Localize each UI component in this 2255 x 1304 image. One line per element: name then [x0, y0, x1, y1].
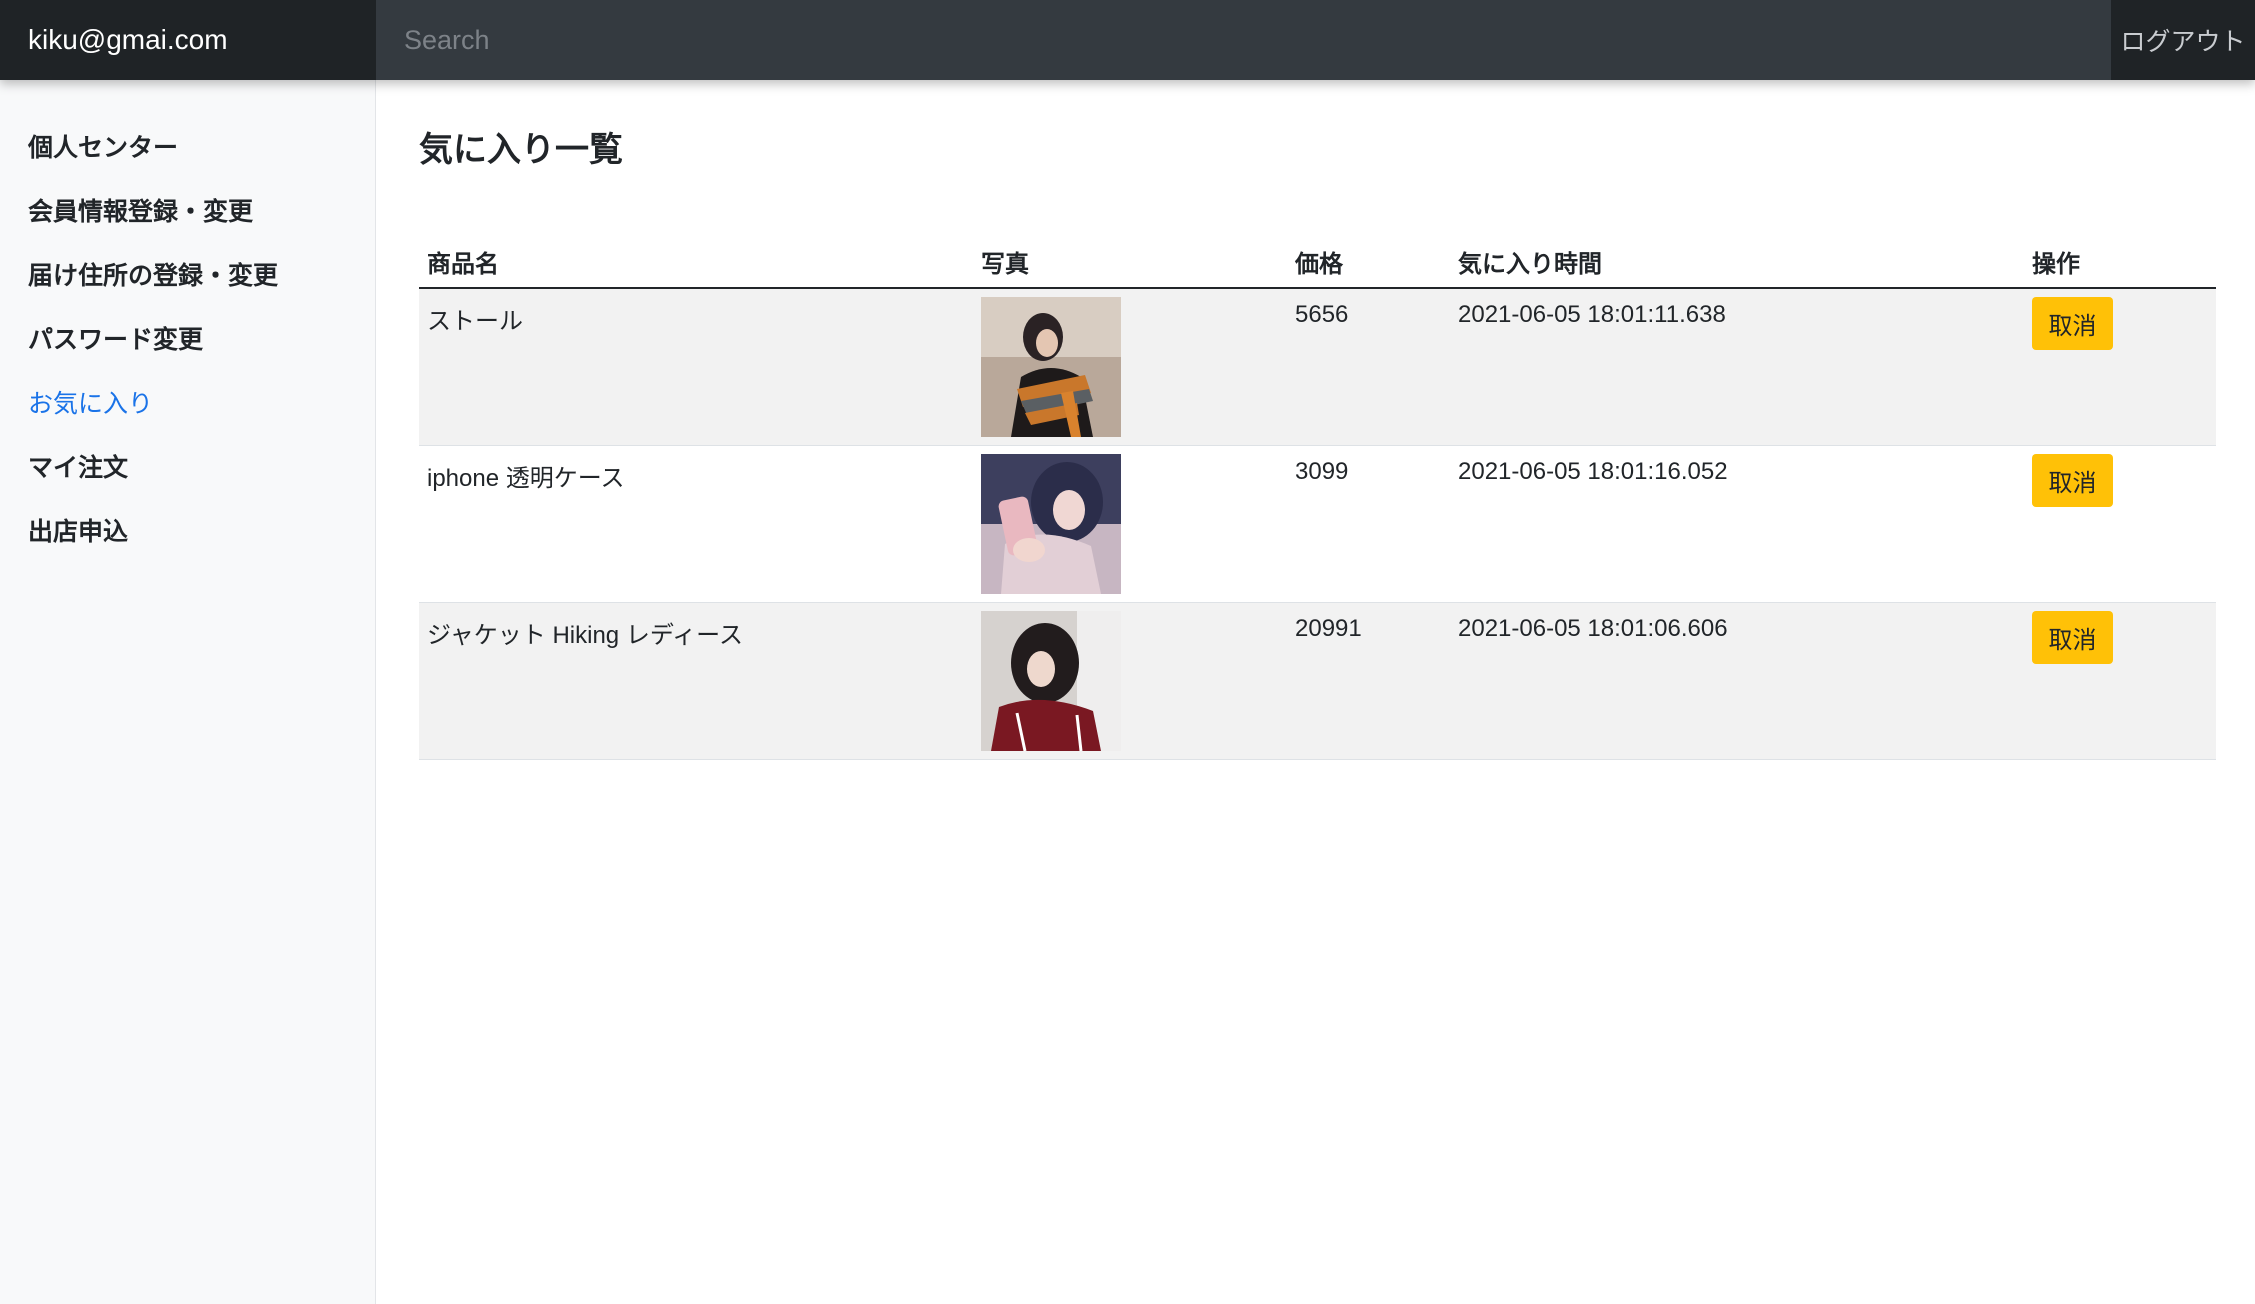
sidebar-item-delivery-address[interactable]: 届け住所の登録・変更: [0, 244, 375, 308]
logout-button[interactable]: ログアウト: [2111, 0, 2255, 80]
sidebar: 個人センター 会員情報登録・変更 届け住所の登録・変更 パスワード変更 お気に入…: [0, 80, 376, 1304]
product-price: 5656: [1295, 301, 1349, 328]
product-photo-stole: [981, 297, 1121, 437]
product-price: 3099: [1295, 458, 1349, 485]
sidebar-item-password[interactable]: パスワード変更: [0, 308, 375, 372]
table-header-row: 商品名 写真 価格 気に入り時間 操作: [419, 238, 2216, 289]
table-row: iphone 透明ケース 3099 2021-06-05 18:01:16.05…: [419, 445, 2216, 603]
product-photo-jacket: [981, 611, 1121, 751]
sidebar-item-favorites[interactable]: お気に入り: [0, 372, 375, 436]
top-navbar: kiku@gmai.com ログアウト: [0, 0, 2255, 80]
header-price: 価格: [1287, 238, 1450, 289]
product-photo-iphone-case: [981, 454, 1121, 594]
favorites-table: 商品名 写真 価格 気に入り時間 操作 ストール 5656 2021-06-05…: [419, 238, 2216, 760]
table-row: ジャケット Hiking レディース 20991 2021-06-05 18:0…: [419, 602, 2216, 760]
favorite-time: 2021-06-05 18:01:16.052: [1458, 458, 1728, 485]
user-email: kiku@gmai.com: [0, 0, 376, 80]
product-name: ストール: [427, 308, 523, 335]
header-product-name: 商品名: [419, 238, 973, 289]
sidebar-item-personal-center[interactable]: 個人センター: [0, 116, 375, 180]
header-photo: 写真: [973, 238, 1287, 289]
sidebar-item-my-orders[interactable]: マイ注文: [0, 436, 375, 500]
favorite-time: 2021-06-05 18:01:11.638: [1458, 301, 1726, 328]
header-favorite-time: 気に入り時間: [1450, 238, 2024, 289]
table-row: ストール 5656 2021-06-05 18:01:11.638 取消: [419, 288, 2216, 446]
product-name: iphone 透明ケース: [427, 465, 625, 492]
header-actions: 操作: [2024, 238, 2216, 289]
page-title: 気に入り一覧: [419, 131, 623, 169]
main-content: 気に入り一覧 商品名 写真 価格 気に入り時間 操作 ストール 5656 202…: [419, 80, 2216, 760]
cancel-button[interactable]: 取消: [2032, 297, 2113, 350]
sidebar-item-member-info[interactable]: 会員情報登録・変更: [0, 180, 375, 244]
search-container: [376, 0, 2111, 80]
sidebar-item-store-application[interactable]: 出店申込: [0, 500, 375, 564]
cancel-button[interactable]: 取消: [2032, 454, 2113, 507]
favorite-time: 2021-06-05 18:01:06.606: [1458, 615, 1728, 642]
product-name: ジャケット Hiking レディース: [427, 622, 743, 649]
cancel-button[interactable]: 取消: [2032, 611, 2113, 664]
search-input[interactable]: [376, 0, 2111, 80]
product-price: 20991: [1295, 615, 1362, 642]
